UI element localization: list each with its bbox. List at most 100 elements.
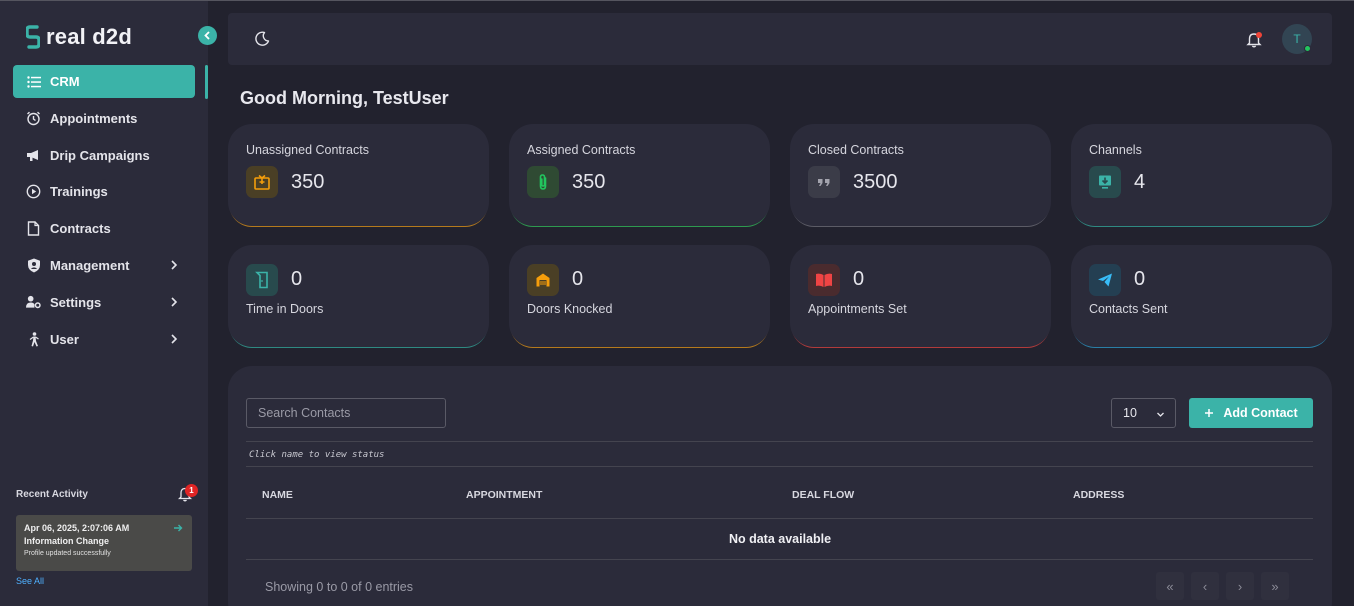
sidebar-item-label: Trainings — [50, 184, 108, 200]
stat-value: 350 — [572, 171, 606, 193]
logo-mark-icon — [26, 25, 40, 49]
play-circle-icon — [26, 184, 41, 199]
stat-label: Assigned Contracts — [527, 143, 636, 157]
pager-previous-button[interactable]: ‹ — [1191, 572, 1219, 600]
stat-label: Appointments Set — [808, 302, 907, 316]
chevron-down-icon — [1157, 412, 1164, 417]
package-icon — [246, 166, 278, 198]
file-icon — [26, 221, 41, 236]
sidebar-item-management[interactable]: Management — [13, 249, 195, 282]
entries-summary: Showing 0 to 0 of 0 entries — [265, 580, 414, 594]
alarm-clock-icon — [26, 111, 41, 126]
sidebar-item-drip-campaigns[interactable]: Drip Campaigns — [13, 139, 195, 172]
activity-title: Information Change — [24, 536, 109, 546]
stat-label: Doors Knocked — [527, 302, 613, 316]
sidebar-item-crm[interactable]: CRM — [13, 65, 195, 98]
sidebar-collapse-button[interactable] — [198, 26, 217, 45]
stat-value: 4 — [1134, 171, 1146, 193]
search-input[interactable] — [246, 398, 446, 428]
stat-card-channels[interactable]: Channels 4 — [1071, 124, 1332, 226]
megaphone-icon — [26, 148, 41, 163]
stat-value: 3500 — [853, 171, 898, 193]
empty-state-text: No data available — [728, 532, 832, 546]
chevron-right-icon — [171, 334, 178, 344]
stat-label: Contacts Sent — [1089, 302, 1168, 316]
sidebar-item-label: Contracts — [50, 221, 111, 237]
person-walking-icon — [26, 331, 41, 347]
active-indicator — [205, 65, 208, 99]
sidebar-item-label: User — [50, 331, 79, 347]
top-bar: T — [228, 13, 1332, 65]
sidebar-item-label: Appointments — [50, 110, 138, 126]
online-status-dot — [1304, 45, 1311, 52]
stat-card-closed-contracts[interactable]: Closed Contracts 3500 — [790, 124, 1051, 226]
add-contact-button[interactable]: Add Contact — [1189, 398, 1313, 428]
book-icon — [808, 264, 840, 296]
stat-label: Channels — [1089, 143, 1142, 157]
pager-first-button[interactable]: « — [1156, 572, 1184, 600]
download-box-icon — [1089, 166, 1121, 198]
stat-card-contacts-sent[interactable]: 0 Contacts Sent — [1071, 245, 1332, 347]
paperclip-icon — [527, 166, 559, 198]
sidebar-item-label: Drip Campaigns — [50, 147, 150, 163]
activity-date: Apr 06, 2025, 2:07:06 AM — [24, 523, 130, 533]
chevron-left-icon — [204, 31, 210, 40]
column-header-deal-flow[interactable]: DEAL FLOW — [792, 489, 854, 501]
brand-name: real d2d — [46, 24, 132, 49]
divider — [246, 466, 1313, 467]
activity-card[interactable]: Apr 06, 2025, 2:07:06 AM Information Cha… — [16, 515, 192, 571]
sidebar-item-contracts[interactable]: Contracts — [13, 212, 195, 245]
page-size-select[interactable]: 10 — [1111, 398, 1176, 428]
divider — [246, 518, 1313, 519]
sidebar-nav: CRM Appointments Drip Campaigns Training… — [13, 65, 195, 359]
stat-value: 0 — [1134, 268, 1146, 290]
stat-value: 0 — [853, 268, 865, 290]
stat-card-time-in-doors[interactable]: 0 Time in Doors — [228, 245, 489, 347]
stat-card-assigned-contracts[interactable]: Assigned Contracts 350 — [509, 124, 770, 226]
send-icon — [1089, 264, 1121, 296]
page-size-value: 10 — [1123, 406, 1137, 420]
activity-subtitle: Profile updated successfully — [24, 550, 111, 557]
sidebar-item-label: CRM — [50, 74, 80, 89]
recent-activity-title: Recent Activity — [16, 489, 88, 500]
stat-label: Closed Contracts — [808, 143, 904, 157]
divider — [246, 441, 1313, 442]
arrow-right-icon[interactable] — [173, 523, 183, 533]
sidebar-item-settings[interactable]: Settings — [13, 286, 195, 319]
notification-dot — [1256, 32, 1262, 38]
sidebar-item-label: Settings — [50, 294, 102, 310]
shield-user-icon — [26, 258, 41, 273]
sidebar-item-user[interactable]: User — [13, 323, 195, 356]
table-hint: Click name to view status — [249, 450, 385, 460]
pager-next-button[interactable]: › — [1226, 572, 1254, 600]
brand-logo[interactable]: real d2d — [26, 24, 132, 50]
page-greeting: Good Morning, TestUser — [240, 88, 449, 108]
chevron-right-icon — [171, 260, 178, 270]
contacts-panel: 10 Add Contact Click name to view status… — [228, 366, 1332, 606]
column-header-address[interactable]: ADDRESS — [1073, 489, 1124, 501]
column-header-appointment[interactable]: APPOINTMENT — [466, 489, 542, 501]
sidebar-item-appointments[interactable]: Appointments — [13, 102, 195, 135]
stat-value: 0 — [291, 268, 303, 290]
stat-card-appointments-set[interactable]: 0 Appointments Set — [790, 245, 1051, 347]
stat-label: Time in Doors — [246, 302, 324, 316]
column-header-name[interactable]: NAME — [262, 489, 293, 501]
moon-icon[interactable] — [254, 31, 270, 47]
stat-value: 0 — [572, 268, 584, 290]
stat-card-unassigned-contracts[interactable]: Unassigned Contracts 350 — [228, 124, 489, 226]
garage-icon — [527, 264, 559, 296]
door-icon — [246, 264, 278, 296]
divider — [246, 559, 1313, 560]
plus-icon — [1205, 409, 1214, 417]
sidebar-item-trainings[interactable]: Trainings — [13, 175, 195, 208]
sidebar: real d2d CRM Appointments Drip Campaigns… — [0, 1, 208, 606]
stat-value: 350 — [291, 171, 325, 193]
notification-badge: 1 — [185, 484, 198, 497]
see-all-link[interactable]: See All — [16, 576, 44, 586]
pager-last-button[interactable]: » — [1261, 572, 1289, 600]
quote-icon — [808, 166, 840, 198]
stat-card-doors-knocked[interactable]: 0 Doors Knocked — [509, 245, 770, 347]
user-gear-icon — [26, 295, 41, 310]
chevron-right-icon — [171, 297, 178, 307]
add-contact-label: Add Contact — [1223, 406, 1298, 420]
